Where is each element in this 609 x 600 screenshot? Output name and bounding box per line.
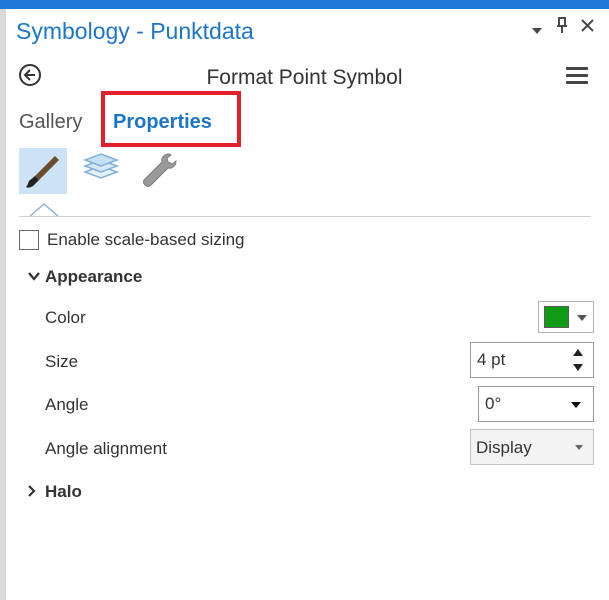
- selected-tab-pointer: [30, 203, 59, 217]
- scale-based-sizing-label: Enable scale-based sizing: [47, 230, 245, 249]
- tab-gallery[interactable]: Gallery: [19, 111, 82, 134]
- pane-accent-bar: [0, 0, 609, 9]
- angle-alignment-label: Angle alignment: [45, 439, 167, 458]
- stepper-up-icon[interactable]: [573, 349, 583, 356]
- halo-section-header[interactable]: Halo: [45, 482, 82, 502]
- close-icon[interactable]: [581, 19, 594, 36]
- angle-alignment-value: Display: [476, 438, 532, 457]
- stepper-down-icon[interactable]: [573, 364, 583, 371]
- highlight-box: [101, 91, 241, 147]
- pane-left-border: [0, 9, 6, 600]
- color-swatch: [544, 306, 569, 328]
- chevron-down-icon[interactable]: [575, 445, 583, 450]
- wrench-icon: [143, 153, 177, 187]
- angle-alignment-select[interactable]: Display: [470, 429, 594, 465]
- tab-divider: [19, 216, 591, 217]
- angle-label: Angle: [45, 395, 89, 414]
- angle-value: 0°: [485, 394, 502, 413]
- scale-based-sizing-checkbox[interactable]: [19, 230, 39, 250]
- page-title: Format Point Symbol: [206, 66, 403, 89]
- color-picker[interactable]: [538, 301, 594, 333]
- size-input[interactable]: 4 pt: [470, 342, 594, 378]
- color-label: Color: [45, 308, 86, 327]
- appearance-section-header[interactable]: Appearance: [45, 267, 142, 287]
- pane-title: Symbology - Punktdata: [16, 18, 254, 44]
- chevron-down-icon[interactable]: [28, 271, 40, 281]
- angle-input[interactable]: 0°: [478, 386, 594, 422]
- tool-tab-layers[interactable]: [77, 148, 125, 194]
- pin-icon[interactable]: [556, 17, 568, 38]
- layers-icon: [82, 153, 120, 179]
- chevron-right-icon[interactable]: [27, 485, 36, 497]
- tool-tab-symbol[interactable]: [19, 148, 67, 194]
- chevron-down-icon: [577, 315, 587, 321]
- chevron-down-icon[interactable]: [571, 402, 581, 408]
- hamburger-menu-icon[interactable]: [566, 67, 588, 85]
- size-label: Size: [45, 352, 79, 371]
- size-value: 4 pt: [477, 350, 506, 369]
- paintbrush-icon: [26, 156, 59, 188]
- chevron-down-icon[interactable]: [531, 22, 543, 39]
- tool-tab-structure[interactable]: [135, 148, 183, 194]
